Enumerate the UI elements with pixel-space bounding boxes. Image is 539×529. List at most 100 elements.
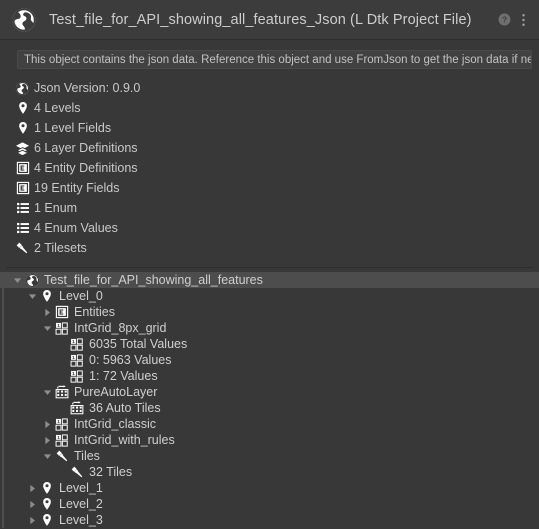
tree-row-label: 1: 72 Values	[89, 369, 158, 383]
svg-text:1: 1	[72, 371, 75, 377]
intgrid-icon: 1	[69, 336, 85, 352]
map-pin-icon	[39, 496, 55, 512]
intgrid-icon: 1	[69, 368, 85, 384]
summary-item-label: 6 Layer Definitions	[34, 141, 138, 155]
tileset-brush-icon	[14, 240, 31, 257]
tree-row[interactable]: Level_1	[0, 480, 539, 496]
tree-row-label: Test_file_for_API_showing_all_features	[44, 273, 263, 287]
chevron-right-icon[interactable]	[40, 420, 54, 429]
summary-item-label: 19 Entity Fields	[34, 181, 120, 195]
tree-rows: Test_file_for_API_showing_all_features Le…	[0, 272, 539, 528]
tree-row[interactable]: Entities	[0, 304, 539, 320]
map-pin-icon	[39, 480, 55, 496]
chevron-down-icon[interactable]	[40, 388, 54, 397]
project-tree: Test_file_for_API_showing_all_features Le…	[0, 268, 539, 528]
summary-item: 4 Enum Values	[14, 218, 539, 238]
tree-row[interactable]: 32 Tiles	[0, 464, 539, 480]
tree-row-label: PureAutoLayer	[74, 385, 158, 399]
help-circle-icon[interactable]: ?	[498, 13, 511, 26]
tree-row-label: IntGrid_classic	[74, 417, 156, 431]
svg-text:1: 1	[72, 339, 75, 345]
tree-row[interactable]: 36 Auto Tiles	[0, 400, 539, 416]
chevron-down-icon[interactable]	[25, 292, 39, 301]
entity-box-icon	[14, 160, 31, 177]
world-globe-icon	[14, 80, 31, 97]
summary-item: 1 Enum	[14, 198, 539, 218]
tileset-brush-icon	[69, 464, 85, 480]
layers-stack-icon	[14, 140, 31, 157]
tree-row[interactable]: Level_0	[0, 288, 539, 304]
tree-row-label: Tiles	[74, 449, 100, 463]
tree-row[interactable]: 1 1: 72 Values	[0, 368, 539, 384]
map-pin-icon	[39, 288, 55, 304]
summary-item: 2 Tilesets	[14, 238, 539, 258]
info-box-container: This object contains the json data. Refe…	[0, 40, 539, 69]
summary-item-label: Json Version: 0.9.0	[34, 81, 141, 95]
entity-box-icon	[14, 180, 31, 197]
svg-text:1: 1	[57, 419, 60, 425]
world-globe-icon	[24, 272, 40, 288]
summary-item: Json Version: 0.9.0	[14, 78, 539, 98]
inspector-header: Test_file_for_API_showing_all_features_J…	[0, 0, 539, 39]
chevron-right-icon[interactable]	[25, 484, 39, 493]
tree-row[interactable]: Tiles	[0, 448, 539, 464]
intgrid-icon: 1	[54, 416, 70, 432]
tree-row[interactable]: 1 IntGrid_with_rules	[0, 432, 539, 448]
summary-item-label: 1 Enum	[34, 201, 78, 215]
tree-row[interactable]: 1 IntGrid_8px_grid	[0, 320, 539, 336]
tree-row[interactable]: 1 6035 Total Values	[0, 336, 539, 352]
chevron-right-icon[interactable]	[25, 516, 39, 525]
project-summary-list: Json Version: 0.9.0 4 Levels 1 Level Field…	[0, 69, 539, 258]
kebab-menu-icon[interactable]	[517, 13, 530, 27]
summary-item: 19 Entity Fields	[14, 178, 539, 198]
summary-item-label: 1 Level Fields	[34, 121, 112, 135]
summary-item: 4 Levels	[14, 98, 539, 118]
tree-row-label: Entities	[74, 305, 115, 319]
summary-item-label: 4 Entity Definitions	[34, 161, 138, 175]
summary-item: 1 Level Fields	[14, 118, 539, 138]
chevron-down-icon[interactable]	[40, 452, 54, 461]
tree-row-label: 6035 Total Values	[89, 337, 188, 351]
map-pin-icon	[39, 512, 55, 528]
tree-row[interactable]: Level_2	[0, 496, 539, 512]
intgrid-icon: 1	[54, 320, 70, 336]
svg-text:1: 1	[72, 355, 75, 361]
summary-item-label: 4 Levels	[34, 101, 81, 115]
tree-row-label: Level_3	[59, 513, 103, 527]
summary-item: 6 Layer Definitions	[14, 138, 539, 158]
tree-row[interactable]: Test_file_for_API_showing_all_features	[0, 272, 539, 288]
summary-item: 4 Entity Definitions	[14, 158, 539, 178]
svg-text:?: ?	[502, 15, 507, 25]
header-actions: ?	[498, 13, 539, 27]
tree-row[interactable]: 1 IntGrid_classic	[0, 416, 539, 432]
tree-row-label: IntGrid_8px_grid	[74, 321, 167, 335]
summary-item-label: 2 Tilesets	[34, 241, 87, 255]
tree-left-rail	[2, 272, 4, 528]
tree-row[interactable]: 1 0: 5963 Values	[0, 352, 539, 368]
svg-text:1: 1	[57, 435, 60, 441]
chevron-right-icon[interactable]	[40, 308, 54, 317]
page-title: Test_file_for_API_showing_all_features_J…	[49, 11, 472, 28]
tree-row-label: Level_2	[59, 497, 103, 511]
map-pin-icon	[14, 120, 31, 137]
tree-row-label: Level_0	[59, 289, 103, 303]
tree-row-label: 0: 5963 Values	[89, 353, 172, 367]
tileset-brush-icon	[54, 448, 70, 464]
chevron-down-icon[interactable]	[10, 276, 24, 285]
chevron-right-icon[interactable]	[25, 500, 39, 509]
world-globe-icon	[11, 7, 37, 33]
chevron-down-icon[interactable]	[40, 324, 54, 333]
tree-row-label: 36 Auto Tiles	[89, 401, 161, 415]
chevron-right-icon[interactable]	[40, 436, 54, 445]
tree-row[interactable]: Level_3	[0, 512, 539, 528]
intgrid-icon: 1	[69, 352, 85, 368]
auto-layer-icon	[54, 384, 70, 400]
summary-item-label: 4 Enum Values	[34, 221, 118, 235]
intgrid-icon: 1	[54, 432, 70, 448]
bullet-list-icon	[14, 200, 31, 217]
tree-row[interactable]: PureAutoLayer	[0, 384, 539, 400]
svg-text:1: 1	[57, 323, 60, 329]
tree-row-label: IntGrid_with_rules	[74, 433, 175, 447]
entity-box-icon	[54, 304, 70, 320]
bullet-list-icon	[14, 220, 31, 237]
